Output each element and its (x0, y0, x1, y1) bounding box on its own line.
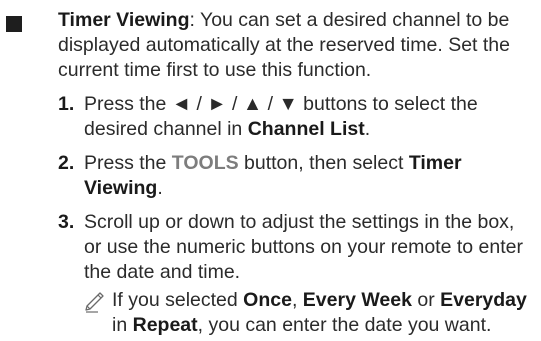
timer-viewing-intro: Timer Viewing: You can set a desired cha… (58, 8, 533, 83)
note-text-1: If you selected (112, 289, 244, 311)
note-text-3: or (411, 289, 441, 311)
pencil-note-icon (85, 292, 104, 313)
square-bullet-icon (6, 16, 22, 32)
channel-list-term: Channel List (247, 118, 365, 140)
step-text-mid: button, then select (238, 152, 409, 174)
step-number: 1. (58, 93, 75, 115)
note-text: If you selected Once, Every Week or Ever… (84, 288, 539, 338)
step-text-end: . (157, 177, 163, 199)
tools-button-term: TOOLS (171, 152, 239, 174)
step-number: 3. (58, 211, 75, 233)
intro-separator: : (189, 9, 200, 31)
every-week-term: Every Week (302, 289, 412, 311)
note-text-2: , (291, 289, 303, 311)
repeat-term: Repeat (132, 314, 198, 336)
step-text: Scroll up or down to adjust the settings… (84, 211, 523, 283)
step-text: Press the (84, 152, 172, 174)
note: If you selected Once, Every Week or Ever… (84, 288, 539, 338)
step-2: 2. Press the TOOLS button, then select Ti… (58, 151, 533, 201)
everyday-term: Everyday (440, 289, 527, 311)
intro-title: Timer Viewing (58, 9, 190, 31)
step-3: 3. Scroll up or down to adjust the settin… (58, 210, 533, 285)
step-number: 2. (58, 152, 75, 174)
step-text-end: . (364, 118, 371, 140)
manual-page: Timer Viewing: You can set a desired cha… (0, 0, 541, 341)
note-text-5: , you can enter the date you want. (197, 314, 492, 336)
once-term: Once (243, 289, 292, 311)
note-text-4: in (112, 314, 133, 336)
step-1: 1. Press the ◄ / ► / ▲ / ▼ buttons to sel… (58, 92, 533, 142)
steps-list: 1. Press the ◄ / ► / ▲ / ▼ buttons to sel… (58, 92, 533, 295)
